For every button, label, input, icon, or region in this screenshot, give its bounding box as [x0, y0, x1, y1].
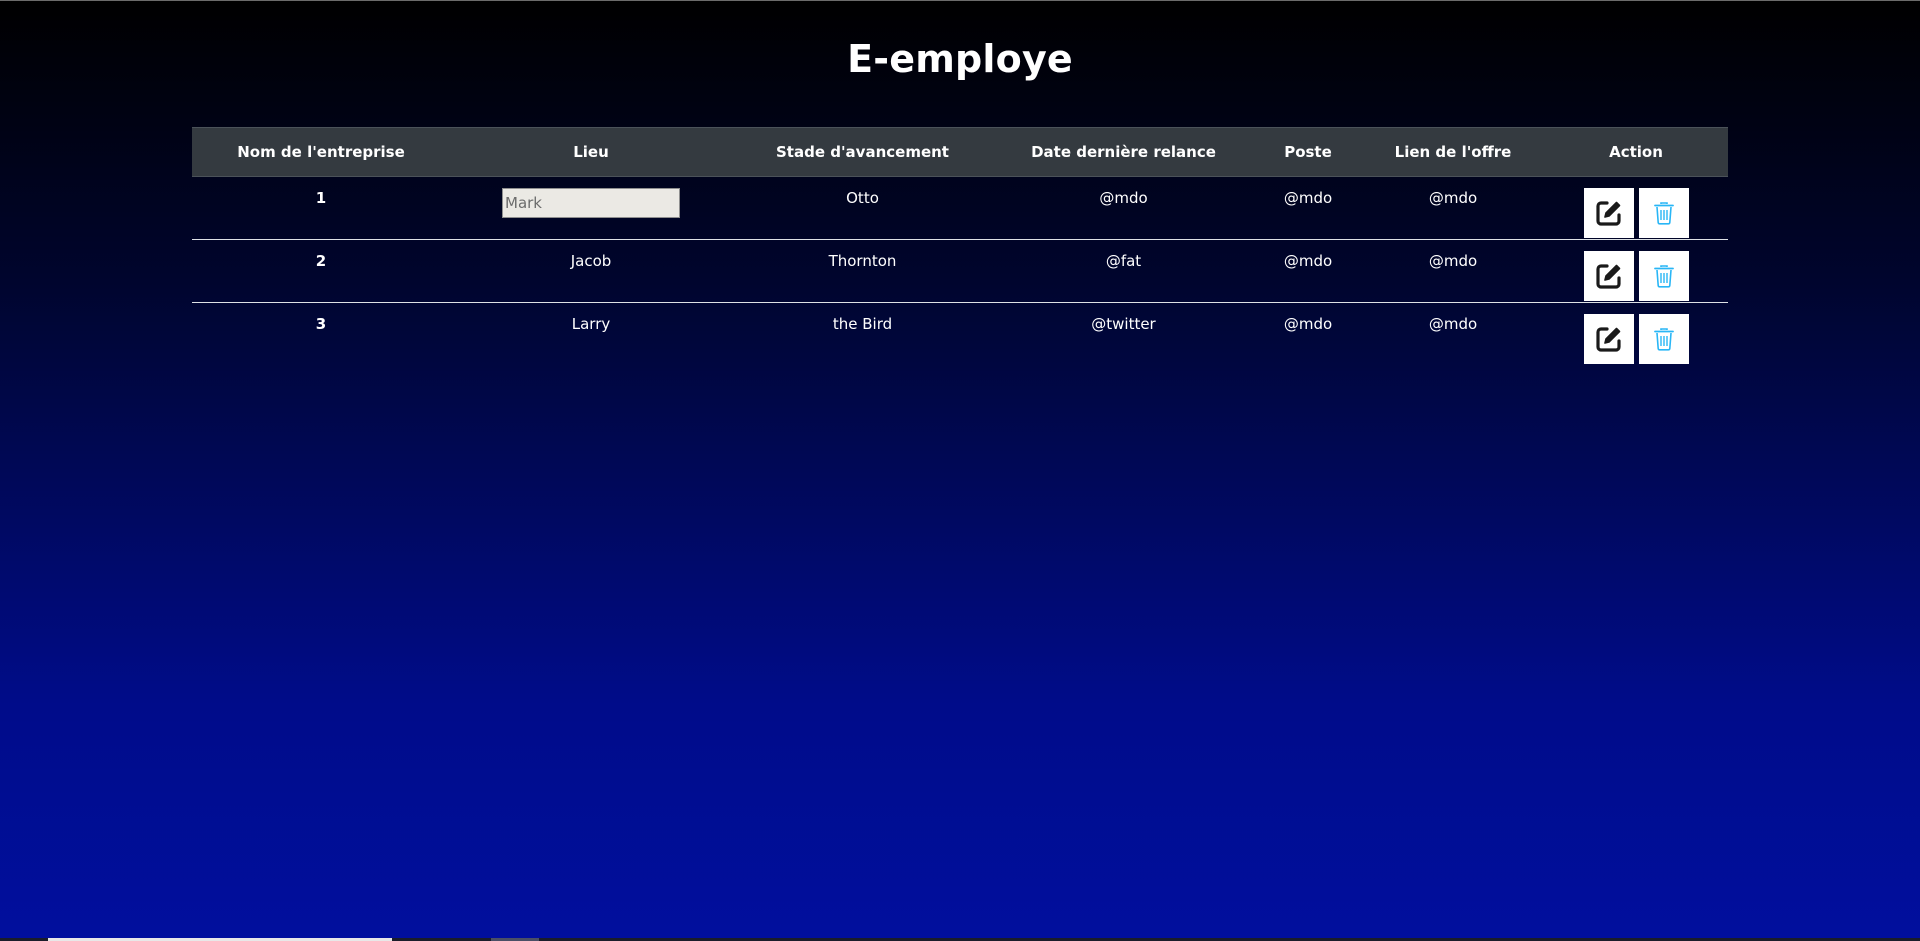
- location-cell: Larry: [571, 315, 611, 333]
- last-followup-cell: @fat: [993, 239, 1254, 303]
- edit-icon: [1595, 201, 1621, 226]
- column-header-last-followup: Date dernière relance: [993, 127, 1254, 177]
- last-followup-cell: @mdo: [993, 176, 1254, 240]
- trash-icon: [1653, 202, 1674, 225]
- offer-link-cell: @mdo: [1362, 239, 1544, 303]
- column-header-progress: Stade d'avancement: [732, 127, 993, 177]
- table-row: 3 Larry the Bird @twitter @mdo @mdo: [192, 303, 1728, 366]
- edit-button[interactable]: [1583, 251, 1634, 301]
- progress-cell: Thornton: [732, 239, 993, 303]
- last-followup-cell: @twitter: [1091, 315, 1156, 333]
- delete-button[interactable]: [1638, 188, 1689, 238]
- action-cell: [1544, 239, 1728, 303]
- trash-icon: [1653, 328, 1674, 351]
- position-cell: @mdo: [1283, 315, 1333, 333]
- delete-button[interactable]: [1638, 314, 1689, 364]
- row-actions: [1583, 251, 1689, 301]
- table-row: 2 Jacob Thornton @fat @mdo @mdo: [192, 239, 1728, 303]
- edit-button[interactable]: [1583, 314, 1634, 364]
- column-header-offer-link: Lien de l'offre: [1362, 127, 1544, 177]
- edit-icon: [1595, 327, 1621, 352]
- applications-table: Nom de l'entreprise Lieu Stade d'avancem…: [192, 127, 1728, 366]
- row-actions: [1583, 314, 1689, 364]
- company-cell: 1: [192, 176, 450, 240]
- column-header-company: Nom de l'entreprise: [192, 127, 450, 177]
- position-cell: @mdo: [1254, 176, 1362, 240]
- delete-button[interactable]: [1638, 251, 1689, 301]
- position-cell: @mdo: [1254, 239, 1362, 303]
- company-cell: 2: [192, 239, 450, 303]
- action-cell: [1544, 176, 1728, 240]
- progress-cell: Otto: [732, 176, 993, 240]
- column-header-action: Action: [1544, 127, 1728, 177]
- edit-icon: [1595, 264, 1621, 289]
- action-cell: [1544, 303, 1728, 366]
- table-body: 1 Otto @mdo @mdo @mdo: [192, 176, 1728, 366]
- location-cell: Jacob: [450, 239, 732, 303]
- row-actions: [1583, 188, 1689, 238]
- progress-cell: the Bird: [832, 315, 893, 333]
- location-input[interactable]: [502, 188, 680, 218]
- offer-link-cell: @mdo: [1362, 176, 1544, 240]
- location-cell: [450, 176, 732, 240]
- column-header-location: Lieu: [450, 127, 732, 177]
- offer-link-cell: @mdo: [1428, 315, 1478, 333]
- company-cell: 3: [315, 315, 327, 333]
- column-header-position: Poste: [1254, 127, 1362, 177]
- edit-button[interactable]: [1583, 188, 1634, 238]
- table-header-row: Nom de l'entreprise Lieu Stade d'avancem…: [192, 127, 1728, 177]
- page-title: E-employe: [847, 37, 1073, 81]
- trash-icon: [1653, 265, 1674, 288]
- table-row: 1 Otto @mdo @mdo @mdo: [192, 176, 1728, 240]
- table-header: Nom de l'entreprise Lieu Stade d'avancem…: [192, 127, 1728, 177]
